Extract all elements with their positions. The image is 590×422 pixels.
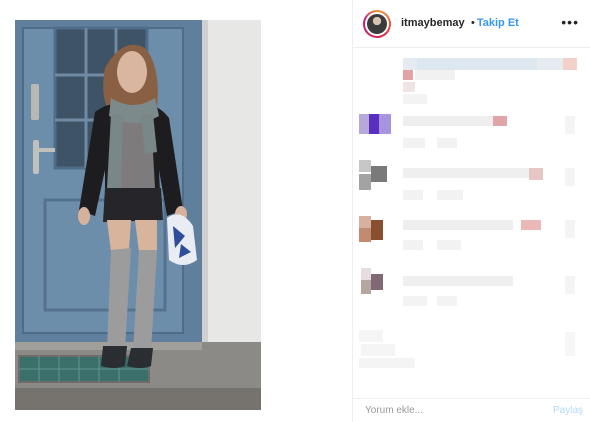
profile-picture xyxy=(367,14,387,34)
follow-label: Takip Et xyxy=(476,17,519,29)
post-photo xyxy=(15,20,261,410)
username-link[interactable]: itmaybemay xyxy=(401,17,465,29)
post-header: itmaybemay • Takip Et ••• xyxy=(353,0,590,48)
more-horizontal-icon[interactable]: ••• xyxy=(561,14,579,30)
avatar[interactable] xyxy=(363,10,391,38)
post-sidebar: itmaybemay • Takip Et ••• Yorum ekle... … xyxy=(352,0,590,422)
post-image xyxy=(15,20,261,410)
share-button[interactable]: Paylaş xyxy=(553,405,583,416)
blurred-comments xyxy=(353,48,590,398)
comment-input[interactable] xyxy=(365,405,525,416)
separator-dot: • xyxy=(471,17,475,29)
comment-form: Paylaş xyxy=(353,398,590,422)
follow-button[interactable]: • Takip Et xyxy=(471,17,519,29)
